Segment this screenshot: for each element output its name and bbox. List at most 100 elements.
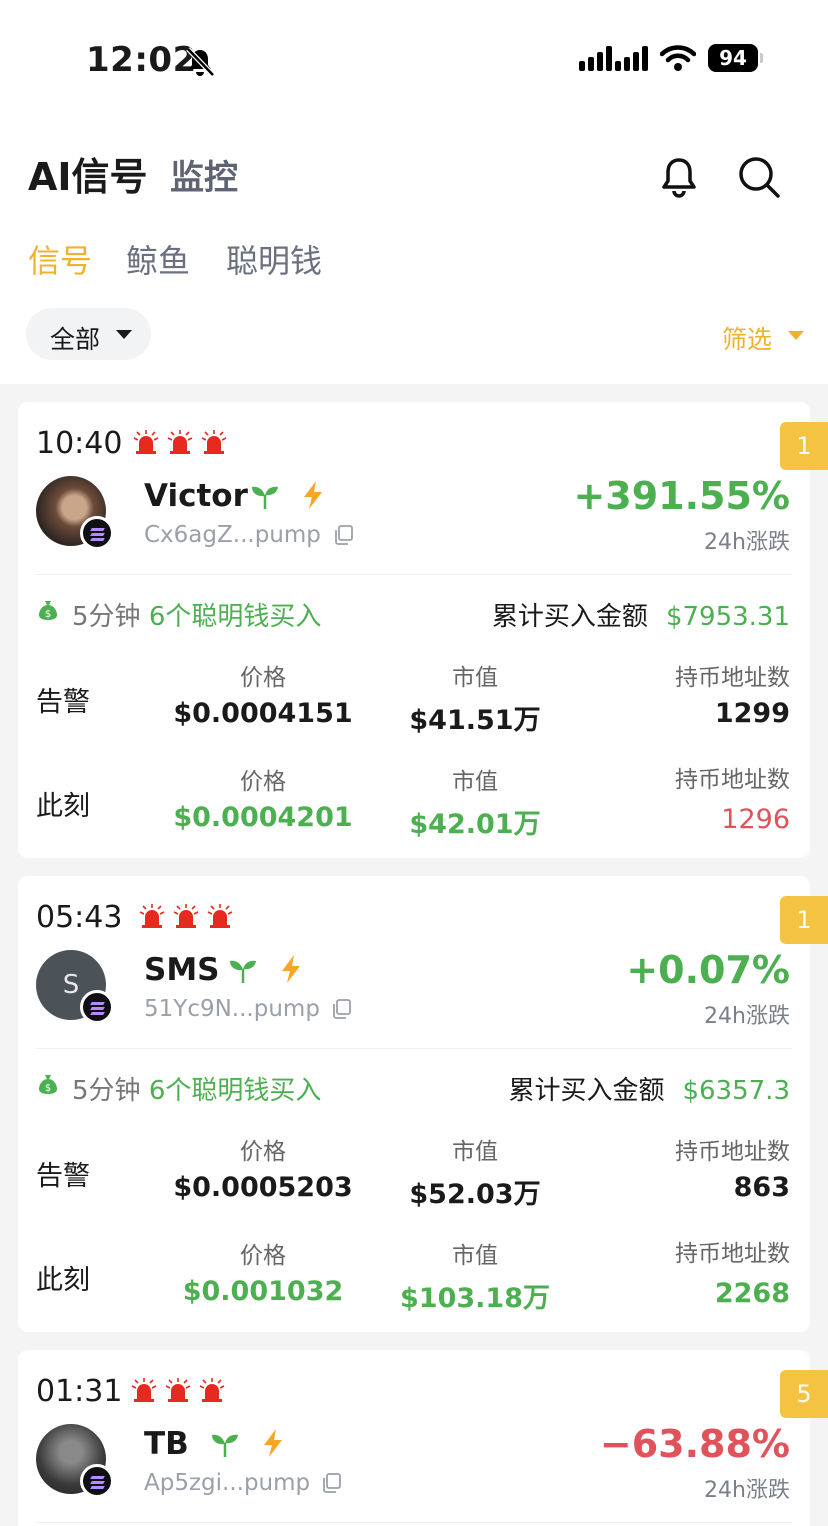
buyer-count: 6个聪明钱买入 <box>148 1076 322 1106</box>
price-change: +0.07% <box>626 948 790 992</box>
price-label: 价格 <box>240 769 286 795</box>
holders-label: 持币地址数 <box>675 1241 790 1267</box>
token-address: Cx6agZ...pump <box>144 522 321 548</box>
alert-holders: 1299 <box>714 698 790 729</box>
siren-icon <box>165 1378 191 1402</box>
category-dropdown-label: 全部 <box>50 325 101 354</box>
battery-indicator: 94 <box>708 44 763 72</box>
svg-text:$: $ <box>45 1083 51 1094</box>
holders-label: 持币地址数 <box>675 1139 790 1165</box>
cumulative-buy: 累计买入金额 $6357.3 <box>508 1070 790 1107</box>
siren-icon <box>207 904 233 928</box>
alert-level <box>132 428 228 456</box>
divider <box>36 1048 792 1049</box>
filter-label: 筛选 <box>722 325 773 354</box>
sprout-icon <box>230 960 256 983</box>
price-label: 价格 <box>240 1139 286 1165</box>
solana-chain-icon <box>80 990 114 1024</box>
smart-money-summary: 5分钟 6个聪明钱买入 <box>72 1070 321 1107</box>
now-row-label: 此刻 <box>36 791 90 822</box>
signal-time: 10:40 <box>36 426 123 461</box>
copy-icon[interactable] <box>330 998 352 1020</box>
wifi-icon <box>660 45 696 71</box>
alert-row-label: 告警 <box>36 687 90 718</box>
alert-mcap: $41.51万 <box>409 705 541 736</box>
token-name: SMS <box>144 952 220 988</box>
divider <box>36 1522 792 1523</box>
money-bag-icon: $ <box>39 601 57 620</box>
token-address: 51Yc9N...pump <box>144 996 320 1022</box>
price-change-label: 24h涨跌 <box>704 530 790 555</box>
token-name: TB <box>144 1426 189 1462</box>
buyer-count: 6个聪明钱买入 <box>148 602 322 632</box>
time-window: 5分钟 <box>72 1076 141 1106</box>
holders-label: 持币地址数 <box>675 665 790 691</box>
price-change: −63.88% <box>599 1422 790 1466</box>
signal-card[interactable]: 10:40 1 Victor Cx6agZ...pump +391.55% 24… <box>18 402 828 858</box>
time-window: 5分钟 <box>72 602 141 632</box>
search-icon[interactable] <box>734 152 784 202</box>
caret-down-icon <box>116 330 132 339</box>
caret-down-icon <box>788 331 804 340</box>
siren-icon <box>199 1378 225 1402</box>
now-row-label: 此刻 <box>36 1265 90 1296</box>
siren-icon <box>167 430 193 454</box>
sprout-icon <box>212 1434 238 1457</box>
smart-money-summary: 5分钟 6个聪明钱买入 <box>72 596 321 633</box>
status-time: 12:02 <box>86 40 197 80</box>
siren-icon <box>201 430 227 454</box>
status-right: 94 <box>579 44 763 72</box>
mcap-label: 市值 <box>452 1139 498 1165</box>
now-mcap: $103.18万 <box>400 1283 550 1314</box>
category-dropdown[interactable]: 全部 <box>26 308 151 360</box>
sprout-icon <box>252 486 278 509</box>
price-label: 价格 <box>240 1243 286 1269</box>
mcap-label: 市值 <box>452 1243 498 1269</box>
cumulative-buy-value: $6357.3 <box>682 1076 790 1106</box>
price-change: +391.55% <box>573 474 790 518</box>
price-change-label: 24h涨跌 <box>704 1004 790 1029</box>
cumulative-buy: 累计买入金额 $7953.31 <box>492 596 790 633</box>
alert-price: $0.0004151 <box>173 698 353 729</box>
signal-card[interactable]: 01:31 5 TB Ap5zgi...pump −63.88% 24h涨跌 <box>18 1350 828 1526</box>
signal-time: 05:43 <box>36 900 123 935</box>
siren-icon <box>173 904 199 928</box>
now-holders: 2268 <box>714 1278 790 1309</box>
siren-icon <box>139 904 165 928</box>
silent-bell-icon <box>186 47 215 77</box>
page-title[interactable]: AI信号 <box>28 146 148 201</box>
tab-whales[interactable]: 鲸鱼 <box>126 236 190 282</box>
alert-level <box>138 902 234 930</box>
tab-signals[interactable]: 信号 <box>28 236 92 282</box>
solana-chain-icon <box>80 1464 114 1498</box>
alert-level <box>130 1376 226 1404</box>
token-name: Victor <box>144 478 248 514</box>
cumulative-buy-label: 累计买入金额 <box>491 602 648 632</box>
siren-icon <box>131 1378 157 1402</box>
rank-badge: 5 <box>780 1370 828 1418</box>
cellular-signal-icon <box>579 45 648 71</box>
copy-icon[interactable] <box>332 524 354 546</box>
price-label: 价格 <box>240 665 286 691</box>
holders-label: 持币地址数 <box>675 767 790 793</box>
signal-card[interactable]: 05:43 1 S SMS 51Yc9N...pump +0.07% 24h涨跌… <box>18 876 828 1332</box>
signal-time: 01:31 <box>36 1374 123 1409</box>
mcap-label: 市值 <box>452 665 498 691</box>
lightning-icon <box>282 955 300 983</box>
cumulative-buy-value: $7953.31 <box>665 602 790 632</box>
alert-mcap: $52.03万 <box>409 1179 541 1210</box>
rank-badge: 1 <box>780 896 828 944</box>
now-price: $0.001032 <box>182 1276 344 1307</box>
cumulative-buy-label: 累计买入金额 <box>508 1076 665 1106</box>
tab-smart-money[interactable]: 聪明钱 <box>226 236 322 282</box>
now-mcap: $42.01万 <box>409 809 541 840</box>
svg-text:$: $ <box>45 609 51 620</box>
tab-monitor[interactable]: 监控 <box>170 150 238 199</box>
notification-bell-icon[interactable] <box>654 152 704 202</box>
filter-button[interactable]: 筛选 <box>722 320 804 356</box>
money-bag-icon: $ <box>39 1075 57 1094</box>
copy-icon[interactable] <box>320 1472 342 1494</box>
now-price: $0.0004201 <box>173 802 353 833</box>
token-address: Ap5zgi...pump <box>144 1470 311 1496</box>
price-change-label: 24h涨跌 <box>704 1478 790 1503</box>
